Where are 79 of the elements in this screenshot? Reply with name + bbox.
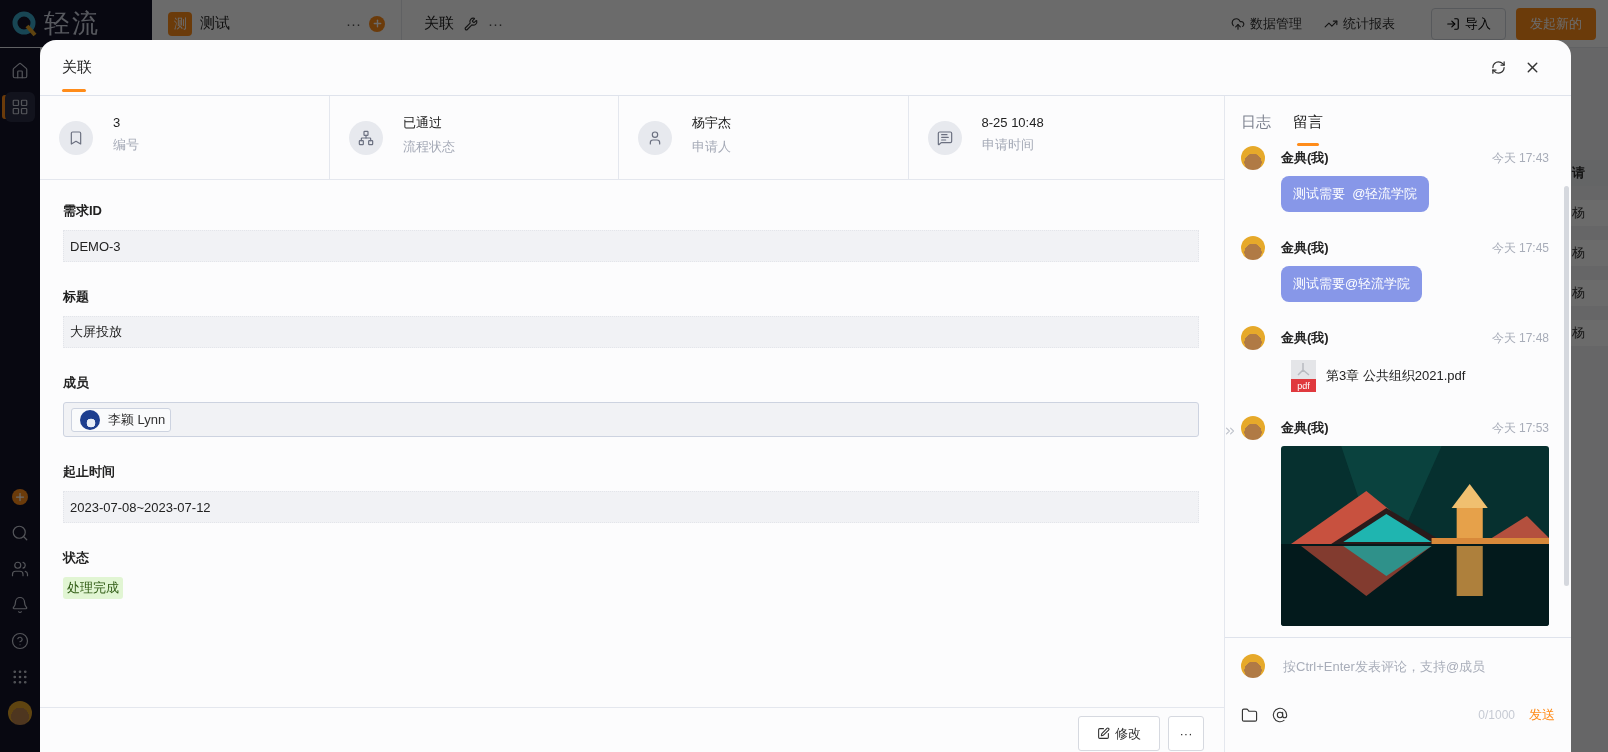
expand-icon[interactable]: [1223, 424, 1237, 438]
field-label: 需求ID: [63, 202, 103, 220]
message-bubble: 测试需要@轻流学院: [1281, 266, 1423, 302]
table-cell: 杨: [1568, 280, 1608, 306]
field-value: DEMO-3: [63, 230, 1199, 262]
comment-time: 今天 17:53: [1491, 419, 1549, 437]
summary-label: 流程状态: [402, 137, 455, 156]
avatar: [1241, 416, 1265, 440]
logo-text: 轻流: [44, 7, 100, 40]
file-name[interactable]: 第3章 公共组织2021.pdf: [1326, 367, 1466, 385]
avatar: [8, 701, 32, 725]
field-label: 状态: [63, 549, 90, 567]
folder-icon[interactable]: [1241, 706, 1258, 724]
search-icon: [11, 524, 29, 542]
help-icon: [11, 632, 29, 650]
avatar: [1241, 146, 1265, 170]
avatar: [1241, 326, 1265, 350]
scrollbar[interactable]: [1563, 186, 1569, 586]
mention-icon[interactable]: [1272, 707, 1288, 723]
apps-button[interactable]: [5, 92, 35, 122]
status-tag: 处理完成: [63, 577, 123, 599]
add-icon[interactable]: [369, 15, 385, 32]
summary-label: 申请时间: [981, 136, 1035, 154]
import-button[interactable]: 导入: [1431, 7, 1506, 40]
import-icon: [1446, 16, 1460, 31]
logo-icon: [12, 10, 38, 37]
bookmark-icon: [68, 129, 84, 146]
view-title: 关联: [424, 14, 454, 33]
toolbar-link[interactable]: 数据管理: [1225, 14, 1308, 33]
chat-icon: [936, 129, 953, 146]
cloud-upload-icon: [1231, 16, 1245, 31]
edit-icon: [1097, 727, 1110, 740]
member-chip: 李颖 Lynn: [71, 407, 172, 432]
users-icon: [11, 560, 29, 578]
table-cell: 杨: [1568, 200, 1608, 226]
field-label: 成员: [63, 374, 90, 392]
table-cell: 杨: [1568, 320, 1608, 346]
avatar: [1241, 654, 1265, 678]
summary-label: 申请人: [692, 137, 731, 156]
comment-field[interactable]: 按Ctrl+Enter发表评论，支持@成员: [1281, 657, 1555, 675]
field-label: 起止时间: [63, 463, 116, 481]
comment-author: 金典(我): [1281, 419, 1329, 437]
comment-author: 金典(我): [1281, 239, 1329, 257]
edit-button[interactable]: 修改: [1078, 716, 1160, 751]
comment-time: 今天 17:43: [1491, 149, 1549, 167]
apps-icon: [11, 98, 29, 116]
grid-icon: [11, 668, 29, 686]
field-value: 大屏投放: [63, 316, 1199, 348]
add-icon: [12, 489, 28, 505]
comment-time: 今天 17:45: [1491, 239, 1549, 257]
send-button[interactable]: 发送: [1529, 706, 1555, 724]
table-cell: 杨: [1568, 240, 1608, 266]
wrench-icon[interactable]: [464, 16, 478, 31]
refresh-button[interactable]: [1491, 60, 1506, 75]
app-name: 测试: [200, 14, 230, 33]
comment-author: 金典(我): [1281, 329, 1329, 347]
comment-time: 今天 17:48: [1491, 329, 1549, 347]
summary-value: 已通过: [402, 113, 443, 132]
bell-icon: [11, 596, 29, 614]
user-icon: [647, 129, 663, 146]
app-badge: 测: [168, 11, 192, 36]
field-label: 标题: [63, 288, 90, 306]
toolbar-link[interactable]: 统计报表: [1318, 14, 1401, 33]
more-button[interactable]: ···: [488, 15, 503, 32]
message-bubble: 测试需要 @轻流学院: [1281, 176, 1430, 212]
field-value: 2023-07-08~2023-07-12: [63, 491, 1199, 523]
summary-value: 3: [113, 115, 122, 130]
avatar: [1241, 236, 1265, 260]
more-button[interactable]: ···: [346, 15, 361, 32]
comment-author: 金典(我): [1281, 149, 1329, 167]
more-button[interactable]: ···: [1168, 716, 1204, 751]
home-icon: [11, 62, 29, 80]
summary-value: 杨宇杰: [692, 113, 731, 132]
hierarchy-icon: [357, 129, 374, 146]
tab[interactable]: 日志: [1241, 108, 1271, 146]
summary-value: 8-25 10:48: [981, 115, 1044, 130]
tab[interactable]: 留言: [1293, 108, 1323, 146]
summary-label: 编号: [113, 136, 139, 154]
modal-title: 关联: [58, 40, 96, 96]
